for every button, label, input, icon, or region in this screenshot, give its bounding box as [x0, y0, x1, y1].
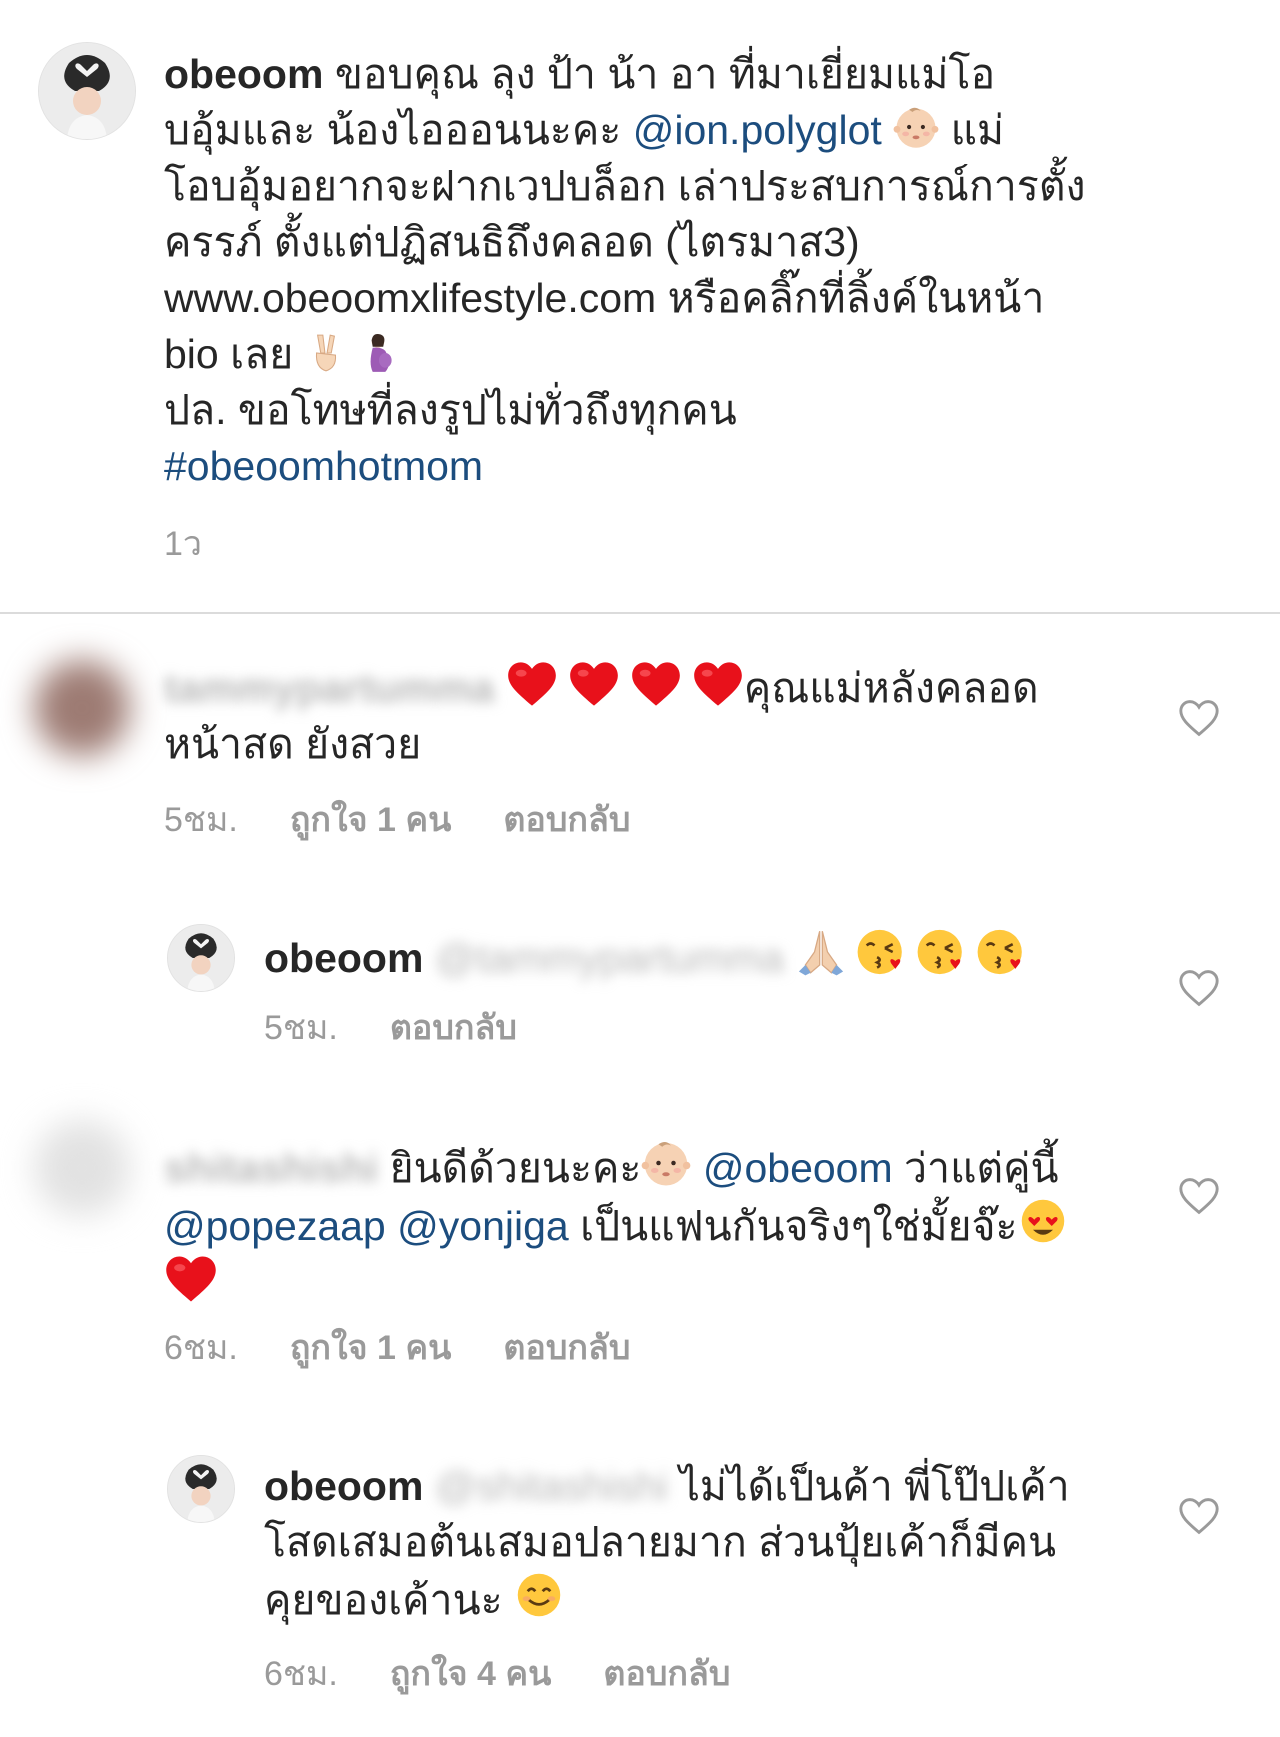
face-blowing-kiss-emoji-icon — [975, 926, 1027, 978]
heart-eyes-emoji-icon — [1018, 1196, 1068, 1246]
likes-count[interactable]: ถูกใจ 1 คน — [290, 800, 451, 840]
reply-button[interactable]: ตอบกลับ — [603, 1654, 730, 1694]
reply-avatar[interactable] — [167, 1455, 235, 1523]
comment-mention[interactable]: @obeoom — [703, 1145, 893, 1191]
caption-text: obeoom ขอบคุณ ลุง ป้า น้า อา ที่มาเยี่ยม… — [164, 46, 1164, 494]
comment-time: 5ชม. — [164, 801, 238, 839]
reply-avatar[interactable] — [167, 924, 235, 992]
caption-time: 1ว — [164, 525, 203, 563]
likes-count[interactable]: ถูกใจ 4 คน — [390, 1654, 551, 1694]
comment-meta: 6ชม. ถูกใจ 1 คน ตอบกลับ — [164, 1328, 682, 1368]
folded-hands-emoji-icon — [795, 926, 847, 978]
comment-line: ยินดีด้วยนะคะ — [389, 1145, 642, 1191]
comment-time: 6ชม. — [264, 1655, 338, 1693]
reply-button[interactable]: ตอบกลับ — [503, 800, 630, 840]
reply-text: obeoom @shitashishi ไม่ได้เป็นค้า พี่โป๊… — [264, 1458, 1144, 1628]
comment-mention[interactable]: @popezaap — [164, 1203, 386, 1249]
caption-avatar[interactable] — [38, 42, 136, 140]
reply-button[interactable]: ตอบกลับ — [390, 1008, 517, 1048]
reply-mention[interactable]: @tammypartumma — [435, 935, 784, 981]
red-heart-emoji-icon — [568, 660, 620, 708]
heart-outline-icon[interactable] — [1177, 1176, 1221, 1216]
red-heart-emoji-icon — [692, 660, 744, 708]
victory-hand-emoji-icon — [305, 332, 347, 374]
red-heart-emoji-icon — [506, 660, 558, 708]
heart-outline-icon[interactable] — [1177, 698, 1221, 738]
profile-photo-icon — [39, 43, 135, 139]
comment-line: หน้าสด ยังสวย — [164, 721, 422, 767]
reply-line: โสดเสมอต้นเสมอปลายมาก ส่วนปุ้ยเค้าก็มีคน — [264, 1519, 1057, 1565]
reply-username[interactable]: obeoom — [264, 1463, 423, 1509]
comment-username[interactable]: shitashishi — [164, 1145, 378, 1191]
comment-username[interactable]: tammypartumma — [164, 665, 494, 711]
reply-mention[interactable]: @shitashishi — [435, 1463, 668, 1509]
caption-line: ปล. ขอโทษที่ลงรูปไม่ทั่วถึงทุกคน — [164, 387, 737, 433]
comment-line: เป็นแฟนกันจริงๆใช่มั้ยจ๊ะ — [568, 1203, 1018, 1249]
comment-time: 5ชม. — [264, 1009, 338, 1047]
face-blowing-kiss-emoji-icon — [855, 926, 907, 978]
red-heart-emoji-icon — [630, 660, 682, 708]
baby-face-emoji-icon — [893, 104, 939, 150]
comment-text: tammypartumma คุณแม่หลังคลอด หน้าสด ยังส… — [164, 660, 1114, 772]
comment-text: shitashishi ยินดีด้วยนะคะ @obeoom ว่าแต่… — [164, 1138, 1124, 1312]
caption-line: bio เลย — [164, 331, 294, 377]
face-blowing-kiss-emoji-icon — [915, 926, 967, 978]
caption-line: ครรภ์ ตั้งแต่ปฏิสนธิถึงคลอด (ไตรมาส3) — [164, 219, 860, 265]
reply-line: ไม่ได้เป็นค้า พี่โป๊ปเค้า — [679, 1463, 1070, 1509]
profile-photo-icon — [168, 925, 234, 991]
divider — [0, 612, 1280, 614]
caption-line: แม่ — [939, 107, 1005, 153]
reply-username[interactable]: obeoom — [264, 935, 423, 981]
caption-username[interactable]: obeoom — [164, 51, 323, 97]
reply-line: คุยของเค้านะ — [264, 1577, 503, 1623]
comment-meta: 5ชม. ถูกใจ 1 คน ตอบกลับ — [164, 800, 682, 840]
profile-photo-icon — [168, 1456, 234, 1522]
comment-time: 6ชม. — [164, 1329, 238, 1367]
reply-text: obeoom @tammypartumma — [264, 926, 1114, 986]
smiling-face-emoji-icon — [514, 1570, 564, 1620]
caption-hashtag[interactable]: #obeoomhotmom — [164, 438, 1164, 494]
reply-meta: 5ชม. ตอบกลับ — [264, 1008, 569, 1048]
caption-line: www.obeoomxlifestyle.com หรือคลิ๊กที่ลิ้… — [164, 275, 1045, 321]
comment-avatar[interactable] — [34, 660, 130, 756]
comment-mention[interactable]: @yonjiga — [397, 1203, 569, 1249]
comment-line: คุณแม่หลังคลอด — [743, 665, 1039, 711]
reply-button[interactable]: ตอบกลับ — [503, 1328, 630, 1368]
comment-avatar[interactable] — [34, 1120, 130, 1216]
reply-meta: 6ชม. ถูกใจ 4 คน ตอบกลับ — [264, 1654, 782, 1694]
caption-line: บอุ้มและ น้องไอออนนะคะ — [164, 107, 633, 153]
heart-outline-icon[interactable] — [1177, 968, 1221, 1008]
red-heart-emoji-icon — [164, 1254, 218, 1304]
pregnant-woman-emoji-icon — [358, 332, 400, 374]
caption-line: ขอบคุณ ลุง ป้า น้า อา ที่มาเยี่ยมแม่โอ — [334, 51, 996, 97]
heart-outline-icon[interactable] — [1177, 1496, 1221, 1536]
comment-line: ว่าแต่คู่นี้ — [892, 1145, 1059, 1191]
caption-line: โอบอุ้มอยากจะฝากเวปบล็อก เล่าประสบการณ์ก… — [164, 163, 1086, 209]
caption-mention[interactable]: @ion.polyglot — [633, 107, 882, 153]
baby-face-emoji-icon — [641, 1138, 691, 1188]
likes-count[interactable]: ถูกใจ 1 คน — [290, 1328, 451, 1368]
